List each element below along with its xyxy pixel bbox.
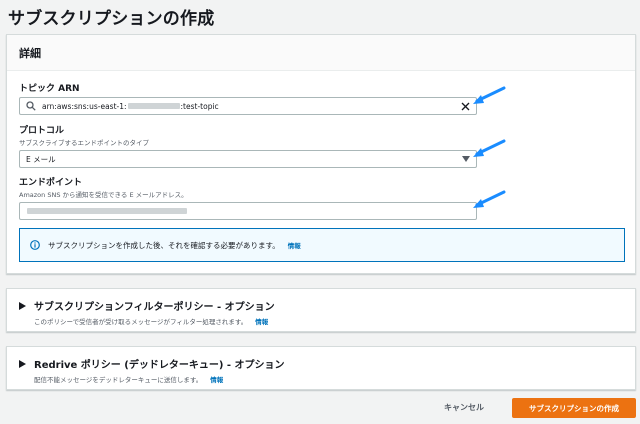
filter-policy-info-link[interactable]: 情報: [255, 318, 268, 326]
topic-arn-prefix: arn:aws:sns:us-east-1:: [42, 101, 127, 111]
info-link[interactable]: 情報: [288, 240, 301, 250]
caret-down-icon: [462, 156, 470, 162]
endpoint-label: エンドポイント: [19, 178, 83, 188]
search-icon: [26, 101, 36, 111]
redrive-policy-description: 配信不能メッセージをデッドレターキューに送信します。 情報: [34, 374, 223, 384]
filter-policy-description-text: このポリシーで受信者が受け取るメッセージがフィルター処理されます。: [34, 318, 248, 326]
topic-arn-input[interactable]: arn:aws:sns:us-east-1: :test-topic: [19, 97, 477, 115]
protocol-selected-value: E メール: [26, 154, 56, 164]
page-title: サブスクリプションの作成: [8, 9, 215, 29]
info-text: サブスクリプションを作成した後、それを確認する必要があります。: [48, 240, 280, 250]
endpoint-description: Amazon SNS から通知を受信できる E メールアドレス。: [19, 191, 188, 199]
redrive-policy-toggle[interactable]: Redrive ポリシー (デッドレターキュー) - オプション: [19, 356, 285, 371]
endpoint-field: エンドポイント Amazon SNS から通知を受信できる E メールアドレス。: [19, 175, 477, 220]
create-subscription-button[interactable]: サブスクリプションの作成: [512, 398, 636, 418]
clear-icon[interactable]: [461, 102, 470, 111]
redrive-policy-description-text: 配信不能メッセージをデッドレターキューに送信します。: [34, 376, 203, 384]
details-header: 詳細: [7, 35, 635, 71]
protocol-select[interactable]: E メール: [19, 150, 477, 168]
caret-right-icon: [19, 301, 26, 310]
annotation-arrow-icon: [473, 139, 506, 157]
protocol-label: プロトコル: [19, 126, 65, 136]
filter-policy-toggle[interactable]: サブスクリプションフィルターポリシー - オプション: [19, 298, 275, 313]
topic-arn-suffix: :test-topic: [180, 101, 219, 111]
annotation-arrow-icon: [473, 190, 506, 208]
endpoint-input[interactable]: [19, 202, 477, 220]
redrive-policy-title: Redrive ポリシー (デッドレターキュー) - オプション: [34, 360, 285, 371]
details-panel: 詳細 トピック ARN arn:aws:sns:us-east-1: :test…: [6, 34, 636, 274]
protocol-field: プロトコル サブスクライブするエンドポイントのタイプ E メール: [19, 123, 477, 168]
topic-arn-field: トピック ARN arn:aws:sns:us-east-1: :test-to…: [19, 81, 477, 115]
filter-policy-title: サブスクリプションフィルターポリシー - オプション: [34, 302, 275, 313]
redacted-email: [27, 208, 187, 214]
redrive-policy-panel[interactable]: Redrive ポリシー (デッドレターキュー) - オプション 配信不能メッセ…: [6, 346, 636, 390]
info-icon: [30, 240, 40, 250]
filter-policy-description: このポリシーで受信者が受け取るメッセージがフィルター処理されます。 情報: [34, 316, 268, 326]
cancel-button[interactable]: キャンセル: [444, 402, 484, 413]
protocol-description: サブスクライブするエンドポイントのタイプ: [19, 139, 149, 147]
caret-right-icon: [19, 359, 26, 368]
info-alert: サブスクリプションを作成した後、それを確認する必要があります。 情報: [19, 228, 625, 262]
redacted-account-id: [127, 103, 180, 109]
redrive-policy-info-link[interactable]: 情報: [210, 376, 223, 384]
filter-policy-panel[interactable]: サブスクリプションフィルターポリシー - オプション このポリシーで受信者が受け…: [6, 288, 636, 332]
annotation-arrow-icon: [473, 86, 506, 104]
topic-arn-label: トピック ARN: [19, 84, 80, 94]
